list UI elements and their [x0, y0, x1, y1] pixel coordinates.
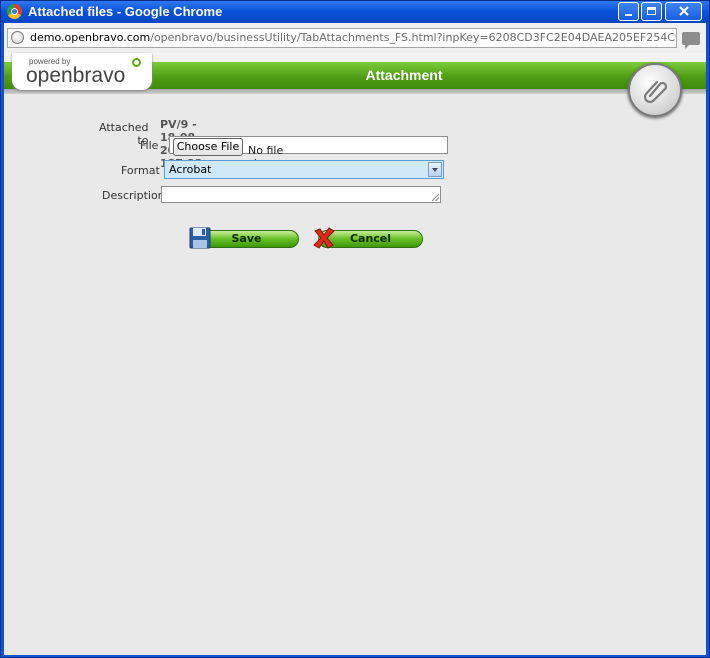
chrome-icon [7, 4, 22, 19]
url-bar: demo.openbravo.com/openbravo/businessUti… [4, 23, 706, 53]
openbravo-logo: powered by openbravo [12, 53, 152, 90]
power-icon [132, 58, 141, 67]
floppy-disk-icon[interactable] [189, 226, 211, 250]
save-button-label: Save [231, 232, 262, 245]
page-content: powered by openbravo Attachment Attached… [4, 53, 706, 655]
maximize-icon [647, 7, 656, 15]
globe-icon [11, 31, 24, 44]
paperclip-icon [643, 80, 668, 104]
close-icon [679, 6, 689, 16]
description-label: Description [102, 189, 165, 202]
url-field[interactable]: demo.openbravo.com/openbravo/businessUti… [7, 28, 677, 48]
attachment-badge [628, 63, 682, 117]
format-select[interactable]: Acrobat [164, 160, 444, 179]
page-action-icon[interactable] [682, 32, 700, 49]
resize-handle-icon[interactable] [432, 194, 439, 201]
file-label: File [140, 139, 159, 152]
page-title: Attachment [365, 67, 443, 83]
chevron-down-icon[interactable] [428, 162, 442, 177]
page-header: powered by openbravo Attachment [4, 53, 706, 94]
title-bar[interactable]: Attached files - Google Chrome [1, 1, 709, 23]
red-x-icon[interactable] [312, 226, 336, 250]
minimize-icon [625, 14, 632, 16]
window-title: Attached files - Google Chrome [28, 4, 223, 19]
close-button[interactable] [665, 2, 702, 21]
format-selected-value: Acrobat [169, 163, 212, 176]
url-host: demo.openbravo.com [30, 31, 151, 44]
maximize-button[interactable] [641, 2, 662, 21]
format-label: Format [121, 164, 160, 177]
browser-window: Attached files - Google Chrome demo.open… [0, 0, 710, 658]
minimize-button[interactable] [618, 2, 639, 21]
description-textarea[interactable] [161, 186, 441, 203]
url-path: /openbravo/businessUtility/TabAttachment… [150, 31, 676, 44]
logo-name: openbravo [26, 64, 126, 87]
cancel-button-label: Cancel [349, 232, 392, 245]
choose-file-button[interactable]: Choose File [173, 138, 243, 156]
